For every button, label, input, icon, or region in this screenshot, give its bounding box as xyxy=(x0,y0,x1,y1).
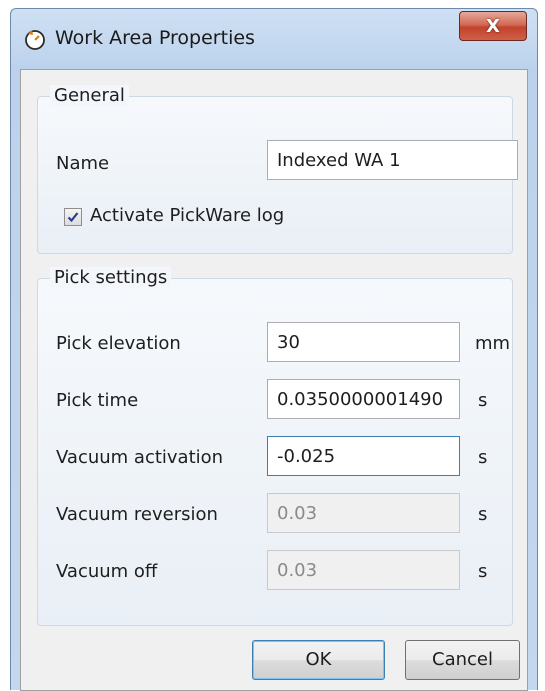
app-icon xyxy=(25,30,45,50)
dialog-content: General Name Activate PickWare log Pick … xyxy=(20,69,528,691)
vacuum-activation-field[interactable] xyxy=(267,436,460,476)
check-icon xyxy=(67,212,79,223)
vacuum-reversion-field xyxy=(267,493,460,533)
vacuum-off-unit: s xyxy=(478,561,488,582)
title-bar[interactable]: Work Area Properties X xyxy=(11,9,537,69)
work-area-properties-dialog: Work Area Properties X General Name Acti… xyxy=(10,8,538,691)
vacuum-activation-label: Vacuum activation xyxy=(56,447,224,468)
cancel-button[interactable]: Cancel xyxy=(405,640,520,680)
pick-settings-legend: Pick settings xyxy=(50,267,172,288)
activate-log-label[interactable]: Activate PickWare log xyxy=(90,205,284,226)
activate-log-checkbox[interactable] xyxy=(64,208,82,226)
pick-elevation-field[interactable] xyxy=(267,322,460,362)
name-field[interactable] xyxy=(267,140,518,180)
pick-time-field[interactable] xyxy=(267,379,460,419)
vacuum-reversion-label: Vacuum reversion xyxy=(56,504,218,525)
vacuum-off-field xyxy=(267,550,460,590)
pick-time-unit: s xyxy=(478,390,488,411)
vacuum-reversion-unit: s xyxy=(478,504,488,525)
vacuum-off-label: Vacuum off xyxy=(56,561,158,582)
pick-elevation-unit: mm xyxy=(475,333,511,354)
pick-elevation-label: Pick elevation xyxy=(56,333,181,354)
name-label: Name xyxy=(56,153,110,174)
vacuum-activation-unit: s xyxy=(478,447,488,468)
pick-time-label: Pick time xyxy=(56,390,139,411)
general-legend: General xyxy=(50,85,129,106)
ok-button[interactable]: OK xyxy=(252,640,385,680)
close-icon: X xyxy=(486,15,500,37)
general-group: General Name Activate PickWare log xyxy=(37,85,518,254)
dialog-title: Work Area Properties xyxy=(55,27,255,49)
close-button[interactable]: X xyxy=(459,11,527,41)
pick-settings-group: Pick settings Pick elevation mm Pick time s… xyxy=(37,267,513,626)
